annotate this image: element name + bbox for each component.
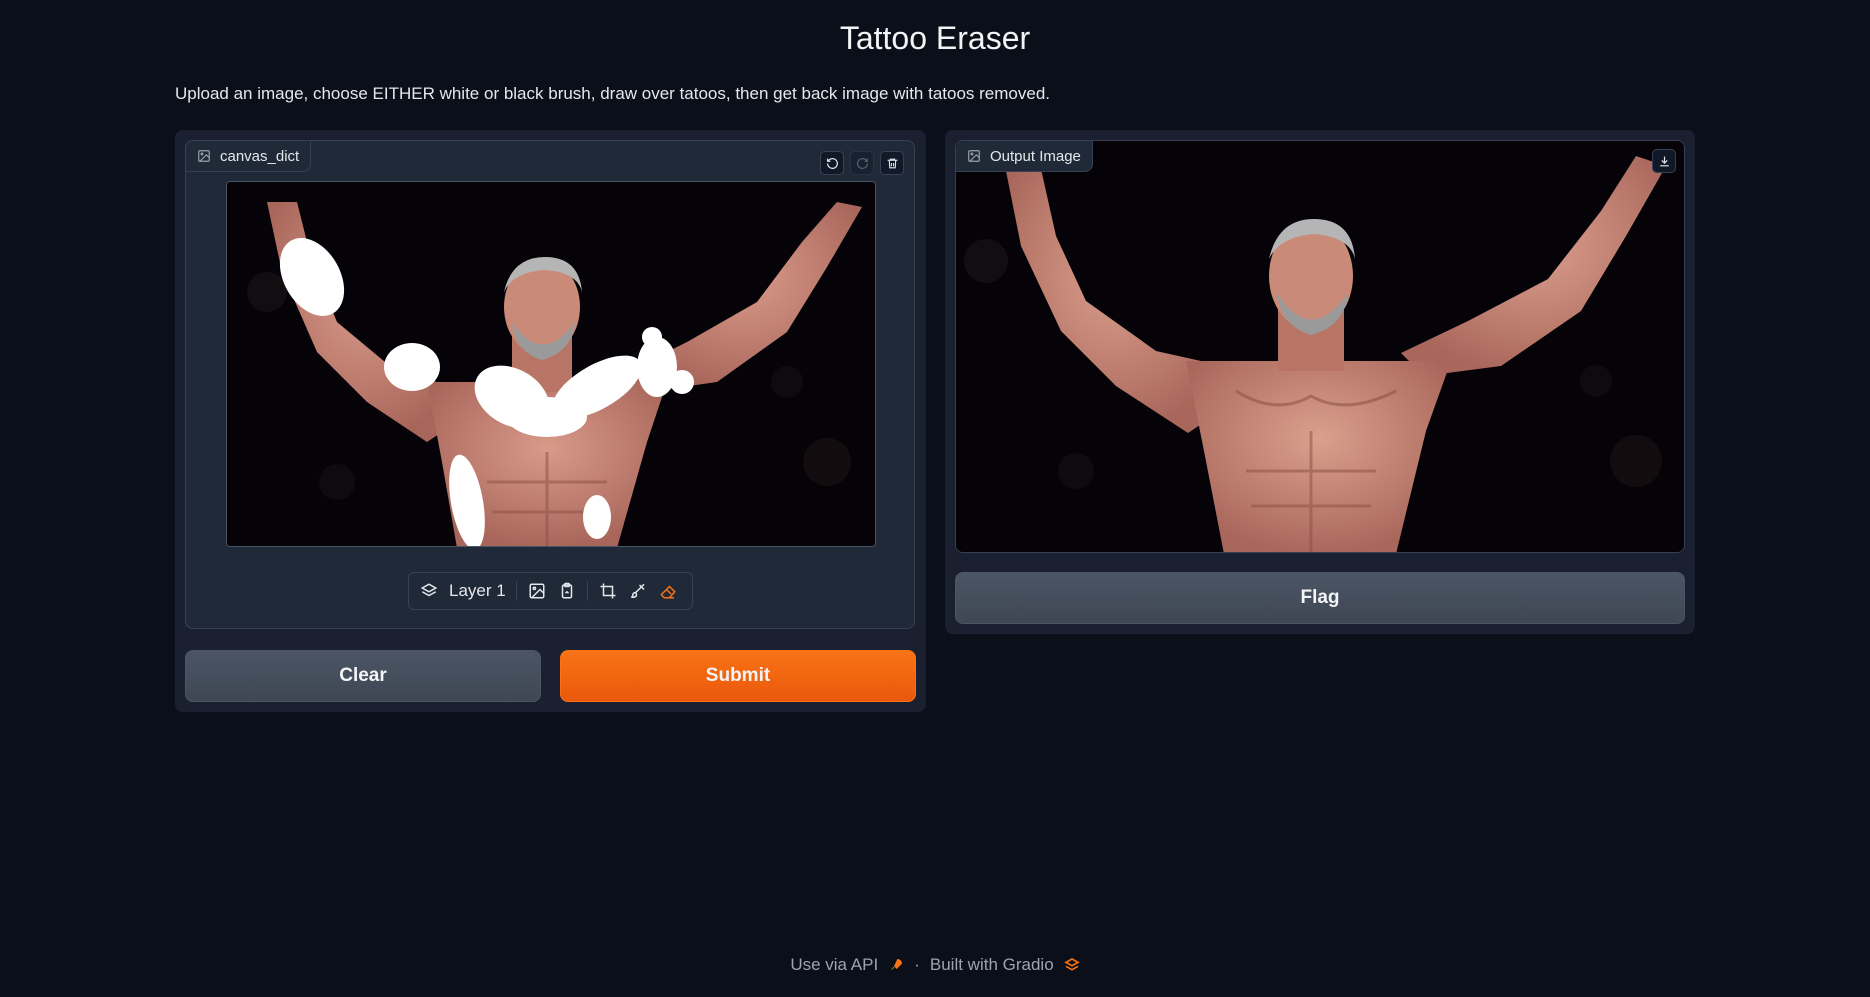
- gradio-logo-icon: [1063, 958, 1080, 971]
- submit-button[interactable]: Submit: [560, 650, 916, 702]
- redo-icon: [856, 157, 868, 169]
- clear-canvas-button[interactable]: [880, 151, 904, 175]
- eraser-icon: [659, 585, 676, 599]
- upload-image-button[interactable]: [527, 581, 547, 601]
- editor-history-tools: [820, 151, 904, 175]
- trash-icon: [887, 158, 897, 168]
- crop-icon: [600, 583, 616, 599]
- image-editor: canvas_dict Layer 1: [185, 140, 915, 629]
- upload-image-icon: [529, 583, 545, 599]
- undo-icon: [826, 157, 838, 169]
- output-image-block: Output Image: [955, 140, 1685, 553]
- download-button[interactable]: [1652, 149, 1676, 173]
- output-image-render: [956, 141, 1684, 552]
- brush-button[interactable]: [628, 581, 648, 601]
- flag-button[interactable]: Flag: [955, 572, 1685, 624]
- paste-icon: [561, 582, 572, 599]
- editor-label-text: canvas_dict: [220, 147, 300, 165]
- image-icon: [968, 150, 980, 162]
- image-icon: [198, 150, 210, 162]
- undo-button[interactable]: [820, 151, 844, 175]
- eraser-button[interactable]: [658, 581, 678, 601]
- layers-button[interactable]: [419, 581, 439, 601]
- toolbar-divider: [586, 581, 588, 601]
- page-title: Tattoo Eraser: [839, 20, 1031, 56]
- clear-button[interactable]: Clear: [185, 650, 541, 702]
- output-image: [956, 141, 1684, 552]
- footer-separator: ·: [914, 955, 920, 974]
- input-panel: canvas_dict Layer 1 Clear Submit: [175, 130, 926, 712]
- redo-button[interactable]: [850, 151, 874, 175]
- toolbar-divider: [515, 581, 517, 601]
- paste-button[interactable]: [557, 581, 577, 601]
- layers-icon: [420, 583, 438, 597]
- editor-label: canvas_dict: [185, 140, 312, 172]
- crop-button[interactable]: [598, 581, 618, 601]
- output-label: Output Image: [956, 141, 1093, 172]
- page-description: Upload an image, choose EITHER white or …: [175, 84, 1051, 103]
- use-via-api-link[interactable]: Use via API: [790, 955, 878, 975]
- footer: Use via API · Built with Gradio: [0, 955, 1870, 975]
- brush-icon: [630, 583, 645, 599]
- drawing-canvas[interactable]: [226, 181, 876, 547]
- output-panel: Output Image Flag: [945, 130, 1695, 634]
- built-with-gradio-link[interactable]: Built with Gradio: [930, 955, 1054, 975]
- output-tools: [1652, 149, 1676, 173]
- output-label-text: Output Image: [990, 147, 1081, 165]
- layer-toolbar: Layer 1: [408, 572, 693, 610]
- download-icon: [1659, 156, 1669, 166]
- layer-selector[interactable]: Layer 1: [449, 581, 506, 601]
- rocket-icon: [890, 959, 903, 971]
- page: Tattoo Eraser Upload an image, choose EI…: [0, 0, 1870, 997]
- canvas-image: [227, 182, 875, 546]
